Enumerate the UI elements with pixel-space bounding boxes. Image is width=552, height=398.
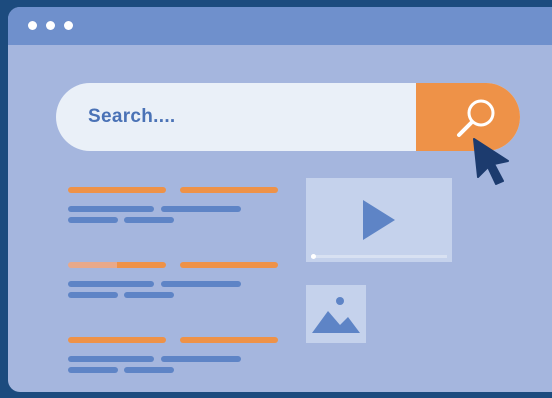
magnifier-icon [454, 95, 500, 141]
result-text-line [161, 281, 241, 287]
browser-window: Search.... [8, 7, 552, 392]
result-title-line [68, 337, 166, 343]
result-title-line [68, 262, 166, 268]
window-dot[interactable] [46, 21, 55, 30]
video-progress-bar[interactable] [311, 254, 447, 259]
result-text-line [161, 356, 241, 362]
video-progress-handle[interactable] [311, 254, 316, 259]
result-text-line [124, 367, 174, 373]
search-bar[interactable]: Search.... [56, 83, 520, 151]
window-dot[interactable] [64, 21, 73, 30]
image-thumbnail[interactable] [306, 285, 366, 343]
result-title-line [180, 187, 278, 193]
result-title-line [68, 187, 166, 193]
result-text-line [68, 292, 118, 298]
result-text-line [68, 281, 154, 287]
result-text-line [68, 356, 154, 362]
result-title-line [180, 337, 278, 343]
window-titlebar [8, 7, 552, 45]
result-text-line [161, 206, 241, 212]
play-icon [361, 198, 397, 242]
result-text-line [124, 217, 174, 223]
result-text-line [68, 367, 118, 373]
result-title-line [180, 262, 278, 268]
result-text-line [68, 206, 154, 212]
mouse-pointer-icon [472, 137, 512, 185]
result-text-line [124, 292, 174, 298]
search-input[interactable]: Search.... [88, 83, 176, 151]
result-text-line [68, 217, 118, 223]
window-dot[interactable] [28, 21, 37, 30]
image-icon [310, 291, 362, 339]
video-thumbnail[interactable] [306, 178, 452, 262]
